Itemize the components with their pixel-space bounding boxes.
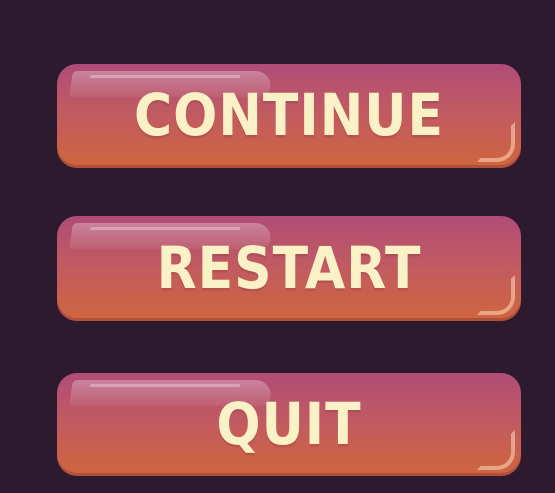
restart-button[interactable]: RESTART (57, 216, 521, 321)
quit-label: QUIT (216, 390, 362, 459)
pause-menu: CONTINUE RESTART QUIT (0, 0, 555, 493)
continue-label: CONTINUE (134, 82, 444, 150)
restart-label: RESTART (156, 234, 422, 303)
quit-button[interactable]: QUIT (57, 373, 521, 476)
continue-button[interactable]: CONTINUE (57, 64, 521, 168)
